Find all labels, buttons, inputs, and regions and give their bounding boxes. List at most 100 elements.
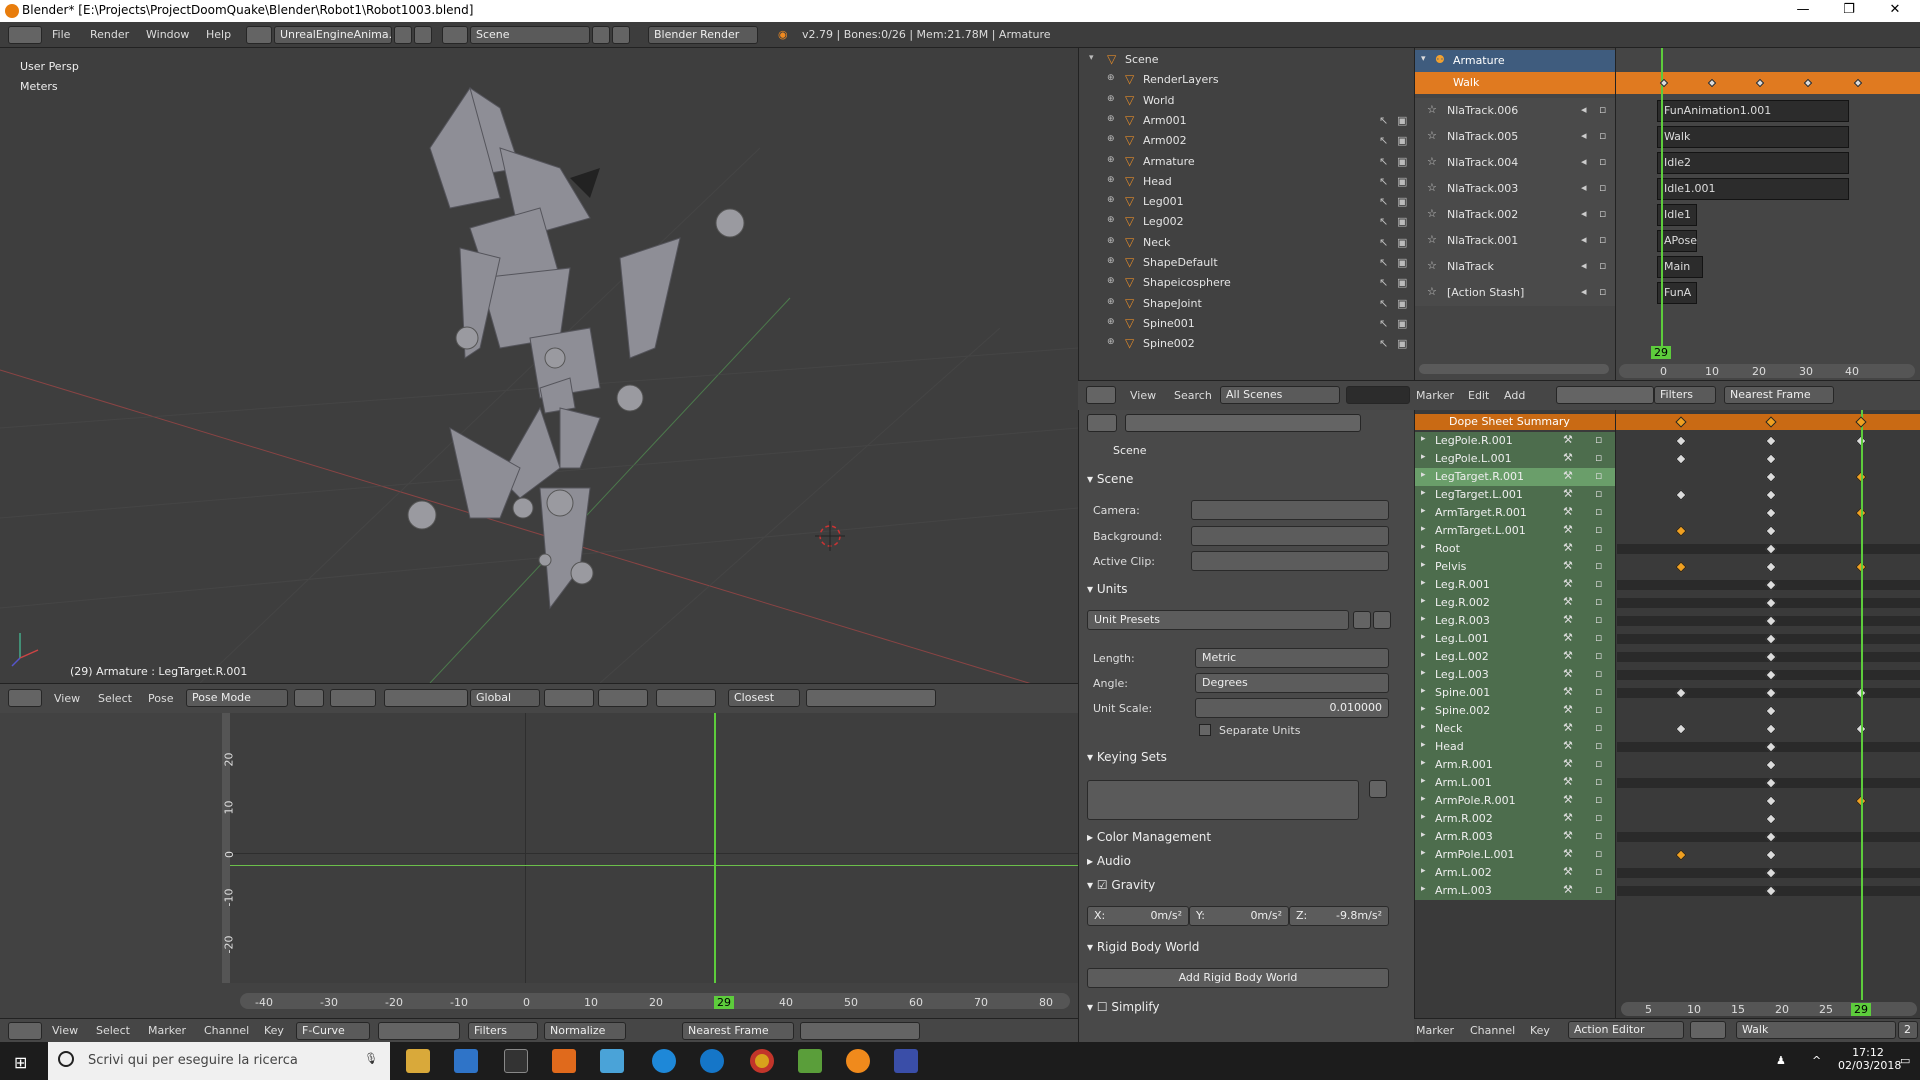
wrench-icon[interactable]: ⚒ xyxy=(1563,793,1573,806)
keyframe[interactable] xyxy=(1765,561,1777,573)
keyframe[interactable] xyxy=(1765,759,1777,771)
expand-toggle-icon[interactable]: ⊕ xyxy=(1107,236,1115,246)
nla-editor[interactable]: ▾ ⚉ Armature Walk ☆ NlaTrack.006 ◂ ▫ FunAnim… xyxy=(1414,48,1920,380)
menu-help[interactable]: Help xyxy=(206,28,231,41)
keyframe[interactable] xyxy=(1675,561,1687,573)
nla-track-row[interactable]: ☆ NlaTrack ◂ ▫ xyxy=(1415,254,1615,280)
dope-channel-row[interactable]: ▸ LegTarget.R.001 ⚒ ▫ xyxy=(1415,468,1920,486)
lock-icon[interactable]: ▫ xyxy=(1595,775,1602,788)
outliner-row[interactable]: ⊕ ▽ Leg001 ↖ ▣ xyxy=(1079,192,1415,212)
expand-toggle-icon[interactable]: ▸ xyxy=(1421,434,1426,444)
keyframe[interactable] xyxy=(1765,723,1777,735)
nla-tools-icon[interactable] xyxy=(1556,386,1654,404)
expand-toggle-icon[interactable]: ▸ xyxy=(1421,758,1426,768)
wrench-icon[interactable]: ⚒ xyxy=(1563,613,1573,626)
keyframe[interactable] xyxy=(1765,849,1777,861)
dope-summary-row[interactable]: Dope Sheet Summary xyxy=(1415,414,1920,430)
keying-sets-list[interactable] xyxy=(1087,780,1359,820)
speaker-icon[interactable]: ◂ xyxy=(1581,233,1587,246)
notepad-icon[interactable] xyxy=(798,1049,822,1073)
expand-toggle-icon[interactable]: ⊕ xyxy=(1107,195,1115,205)
lock-icon[interactable]: ▫ xyxy=(1595,613,1602,626)
outliner-row[interactable]: ⊕ ▽ Leg002 ↖ ▣ xyxy=(1079,212,1415,232)
wrench-icon[interactable]: ⚒ xyxy=(1563,667,1573,680)
wrench-icon[interactable]: ⚒ xyxy=(1563,847,1573,860)
dope-channel-row[interactable]: ▸ Leg.R.001 ⚒ ▫ xyxy=(1415,576,1920,594)
wrench-icon[interactable]: ⚒ xyxy=(1563,541,1573,554)
wrench-icon[interactable]: ⚒ xyxy=(1563,595,1573,608)
wrench-icon[interactable]: ⚒ xyxy=(1563,451,1573,464)
lock-icon[interactable]: ▫ xyxy=(1595,883,1602,896)
star-icon[interactable]: ☆ xyxy=(1427,129,1437,142)
outliner-row[interactable]: ▾ ▽ Scene xyxy=(1079,50,1415,70)
nla-strip[interactable]: APose xyxy=(1657,230,1697,252)
wrench-icon[interactable]: ⚒ xyxy=(1563,721,1573,734)
restrict-render-icon[interactable]: ▣ xyxy=(1397,317,1407,330)
keyframe[interactable] xyxy=(1675,525,1687,537)
editor-type-3d-icon[interactable] xyxy=(8,689,42,707)
lock-icon[interactable]: ▫ xyxy=(1595,487,1602,500)
dope-channel-row[interactable]: ▸ ArmTarget.R.001 ⚒ ▫ xyxy=(1415,504,1920,522)
editor-type-properties-icon[interactable] xyxy=(1087,414,1117,432)
expand-toggle-icon[interactable]: ▸ xyxy=(1421,506,1426,516)
nla-strip[interactable]: Walk xyxy=(1657,126,1849,148)
visual-studio-icon[interactable] xyxy=(894,1049,918,1073)
keyframe[interactable] xyxy=(1765,795,1777,807)
star-icon[interactable]: ☆ xyxy=(1427,233,1437,246)
lock-icon[interactable]: ▫ xyxy=(1595,469,1602,482)
unit-scale-field[interactable]: 0.010000 xyxy=(1195,698,1389,718)
section-keying-sets[interactable]: ▾ Keying Sets xyxy=(1087,750,1409,764)
expand-toggle-icon[interactable]: ▸ xyxy=(1421,470,1426,480)
star-icon[interactable]: ☆ xyxy=(1427,181,1437,194)
lock-icon[interactable]: ▫ xyxy=(1595,865,1602,878)
menu-marker[interactable]: Marker xyxy=(148,1024,186,1037)
outliner-row[interactable]: ⊕ ▽ Arm001 ↖ ▣ xyxy=(1079,111,1415,131)
lock-icon[interactable]: ▫ xyxy=(1595,559,1602,572)
notification-icon[interactable]: ▭ xyxy=(1900,1054,1910,1067)
render-tools-icon[interactable] xyxy=(806,689,936,707)
section-color-management[interactable]: ▸ Color Management xyxy=(1087,830,1409,844)
expand-toggle-icon[interactable]: ▸ xyxy=(1421,578,1426,588)
nla-track-row[interactable]: ☆ NlaTrack.005 ◂ ▫ xyxy=(1415,124,1615,150)
wrench-icon[interactable]: ⚒ xyxy=(1563,523,1573,536)
speaker-icon[interactable]: ◂ xyxy=(1581,259,1587,272)
restrict-select-icon[interactable]: ↖ xyxy=(1379,215,1388,228)
expand-toggle-icon[interactable]: ▸ xyxy=(1421,740,1426,750)
scene-icon[interactable] xyxy=(442,26,468,44)
lock-icon[interactable]: ▫ xyxy=(1595,505,1602,518)
nla-strip[interactable]: Idle1.001 xyxy=(1657,178,1849,200)
expand-toggle-icon[interactable]: ▸ xyxy=(1421,560,1426,570)
outliner-row[interactable]: ⊕ ▽ Spine002 ↖ ▣ xyxy=(1079,334,1415,354)
expand-toggle-icon[interactable]: ▸ xyxy=(1421,542,1426,552)
expand-toggle-icon[interactable]: ▸ xyxy=(1421,596,1426,606)
wrench-icon[interactable]: ⚒ xyxy=(1563,577,1573,590)
wrench-icon[interactable]: ⚒ xyxy=(1563,739,1573,752)
3d-viewport[interactable]: User Persp Meters (29) Armature : LegTar… xyxy=(0,48,1078,683)
expand-toggle-icon[interactable]: ▸ xyxy=(1421,668,1426,678)
gravity-z-field[interactable]: Z: -9.8m/s² xyxy=(1289,906,1389,926)
dope-channel-row[interactable]: ▸ Arm.R.001 ⚒ ▫ xyxy=(1415,756,1920,774)
remove-layout-icon[interactable] xyxy=(414,26,432,44)
graph-mode-select[interactable]: F-Curve xyxy=(296,1022,370,1040)
add-rigid-body-button[interactable]: Add Rigid Body World xyxy=(1087,968,1389,988)
dope-channel-row[interactable]: ▸ Arm.R.003 ⚒ ▫ xyxy=(1415,828,1920,846)
lock-icon[interactable]: ▫ xyxy=(1595,577,1602,590)
restrict-render-icon[interactable]: ▣ xyxy=(1397,134,1407,147)
add-layout-icon[interactable] xyxy=(394,26,412,44)
outliner-row[interactable]: ⊕ ▽ Spine001 ↖ ▣ xyxy=(1079,314,1415,334)
mode-select[interactable]: Pose Mode xyxy=(186,689,288,707)
wrench-icon[interactable]: ⚒ xyxy=(1563,811,1573,824)
restrict-render-icon[interactable]: ▣ xyxy=(1397,297,1407,310)
section-simplify[interactable]: ▾ ☐ Simplify xyxy=(1087,1000,1409,1014)
outliner-row[interactable]: ⊕ ▽ World xyxy=(1079,91,1415,111)
gravity-y-field[interactable]: Y: 0m/s² xyxy=(1189,906,1289,926)
wrench-icon[interactable]: ⚒ xyxy=(1563,829,1573,842)
lock-icon[interactable]: ▫ xyxy=(1595,793,1602,806)
keyframe[interactable] xyxy=(1765,489,1777,501)
editor-type-graph-icon[interactable] xyxy=(8,1022,42,1040)
menu-add[interactable]: Add xyxy=(1504,389,1525,402)
outliner-row[interactable]: ⊕ ▽ Armature ↖ ▣ xyxy=(1079,152,1415,172)
dope-channel-row[interactable]: ▸ ArmPole.R.001 ⚒ ▫ xyxy=(1415,792,1920,810)
lock-icon[interactable]: ▫ xyxy=(1599,103,1606,116)
keyframe[interactable] xyxy=(1765,507,1777,519)
